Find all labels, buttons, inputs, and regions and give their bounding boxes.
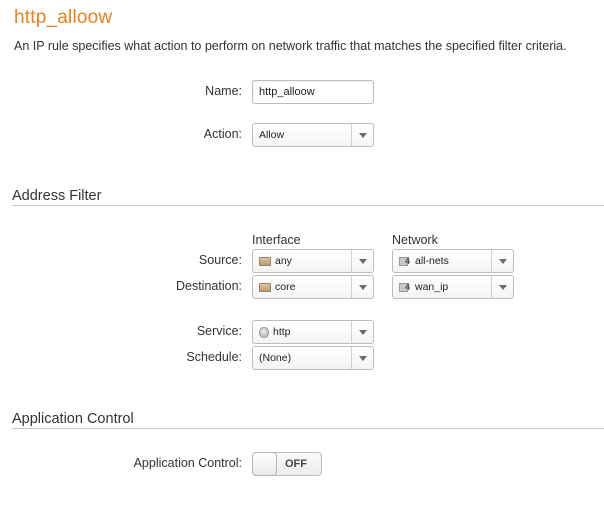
chevron-down-icon[interactable]: [351, 321, 373, 343]
destination-network-value: wan_ip: [415, 281, 449, 293]
name-field[interactable]: http_alloow: [252, 80, 374, 104]
source-interface-select[interactable]: any: [252, 249, 374, 273]
chevron-down-icon[interactable]: [491, 276, 513, 298]
service-label: Service:: [196, 324, 242, 338]
toggle-state-text: OFF: [285, 458, 307, 470]
service-value: http: [273, 326, 291, 338]
interface-icon: [259, 282, 271, 292]
interface-icon: [259, 256, 271, 266]
source-network-select[interactable]: 4 all-nets: [392, 249, 514, 273]
application-control-toggle[interactable]: OFF: [252, 452, 322, 476]
name-label: Name:: [205, 84, 242, 98]
source-network-value: all-nets: [415, 255, 449, 267]
source-interface-value: any: [275, 255, 292, 267]
section-address-filter: Address Filter: [12, 188, 604, 206]
destination-network-select[interactable]: 4 wan_ip: [392, 275, 514, 299]
application-control-label: Application Control:: [133, 456, 242, 470]
schedule-label: Schedule:: [186, 350, 242, 364]
chevron-down-icon[interactable]: [351, 124, 373, 146]
column-header-interface: Interface: [252, 233, 301, 247]
page-description: An IP rule specifies what action to perf…: [14, 39, 567, 53]
toggle-knob[interactable]: [252, 452, 277, 476]
chevron-down-icon[interactable]: [351, 250, 373, 272]
destination-label: Destination:: [175, 279, 242, 293]
section-application-control: Application Control: [12, 411, 604, 429]
network-object-icon: 4: [399, 256, 411, 266]
chevron-down-icon[interactable]: [351, 276, 373, 298]
chevron-down-icon[interactable]: [491, 250, 513, 272]
action-label: Action:: [203, 127, 242, 141]
source-label: Source:: [198, 253, 242, 267]
action-select-value: Allow: [259, 129, 285, 141]
service-icon: [259, 326, 269, 338]
destination-interface-value: core: [275, 281, 296, 293]
destination-interface-select[interactable]: core: [252, 275, 374, 299]
chevron-down-icon[interactable]: [351, 347, 373, 369]
page-title: http_alloow: [14, 7, 113, 28]
network-object-icon: 4: [399, 282, 411, 292]
action-select[interactable]: Allow: [252, 123, 374, 147]
column-header-network: Network: [392, 233, 438, 247]
service-select[interactable]: http: [252, 320, 374, 344]
schedule-value: (None): [259, 352, 292, 364]
schedule-select[interactable]: (None): [252, 346, 374, 370]
